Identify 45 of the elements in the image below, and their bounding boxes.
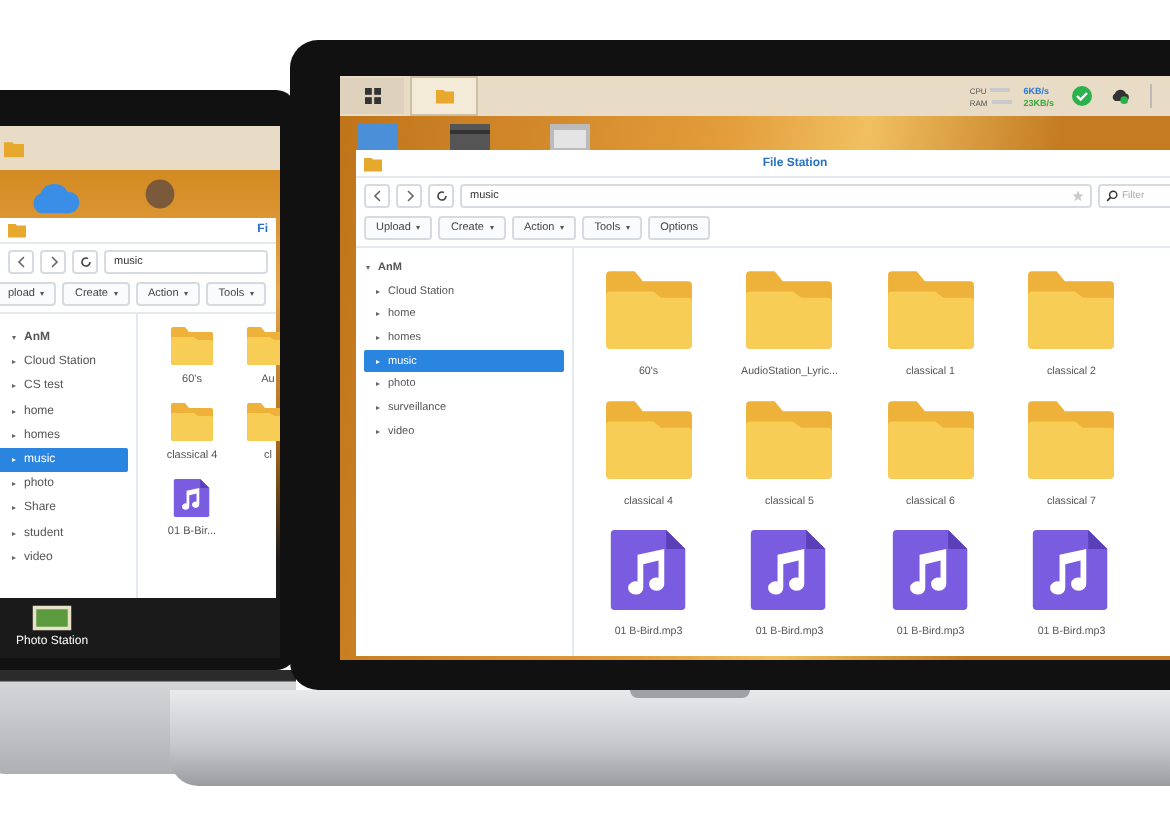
main-menu-button[interactable]	[340, 78, 404, 114]
refresh-icon	[435, 190, 447, 202]
folder-icon	[435, 88, 453, 104]
caret-icon	[250, 292, 255, 296]
folder-icon	[603, 398, 694, 482]
caret-icon	[113, 292, 118, 296]
expand-arrow-icon[interactable]	[12, 336, 16, 341]
folder-icon	[885, 398, 976, 482]
refresh-button[interactable]	[72, 250, 98, 274]
cloud-icon[interactable]	[1110, 86, 1130, 106]
folder-icon	[246, 326, 280, 366]
folder-icon	[170, 326, 214, 366]
chevron-right-icon	[47, 256, 59, 268]
back-button[interactable]	[8, 250, 34, 274]
caret-icon	[489, 226, 494, 230]
folder-icon	[885, 268, 976, 352]
chevron-left-icon	[15, 256, 27, 268]
search-icon	[1106, 190, 1118, 202]
folder-icon	[1026, 268, 1117, 352]
caret-icon	[626, 226, 631, 230]
check-icon[interactable]	[1072, 86, 1092, 106]
folder-icon[interactable]	[4, 139, 24, 157]
caret-icon	[416, 226, 421, 230]
folder-icon	[603, 268, 694, 352]
folder-icon	[1026, 398, 1117, 482]
folder-icon	[744, 268, 835, 352]
folder-icon	[170, 402, 214, 442]
star-icon[interactable]	[1072, 190, 1084, 202]
folder-icon	[8, 222, 26, 238]
chevron-left-icon	[371, 190, 383, 202]
caret-icon	[184, 292, 189, 296]
refresh-button[interactable]	[428, 184, 454, 208]
refresh-icon	[79, 256, 91, 268]
app-icon[interactable]	[448, 124, 492, 152]
caret-icon	[560, 226, 565, 230]
expand-arrow-icon[interactable]	[366, 265, 370, 270]
folder-icon	[246, 402, 280, 442]
folder-icon	[744, 398, 835, 482]
music-file-icon	[170, 478, 214, 518]
back-button[interactable]	[364, 184, 390, 208]
chevron-right-icon	[403, 190, 415, 202]
grid-icon	[363, 88, 381, 104]
avatar-icon[interactable]	[144, 178, 176, 210]
caret-icon	[40, 292, 45, 296]
photo-stack-icon[interactable]	[30, 604, 75, 632]
